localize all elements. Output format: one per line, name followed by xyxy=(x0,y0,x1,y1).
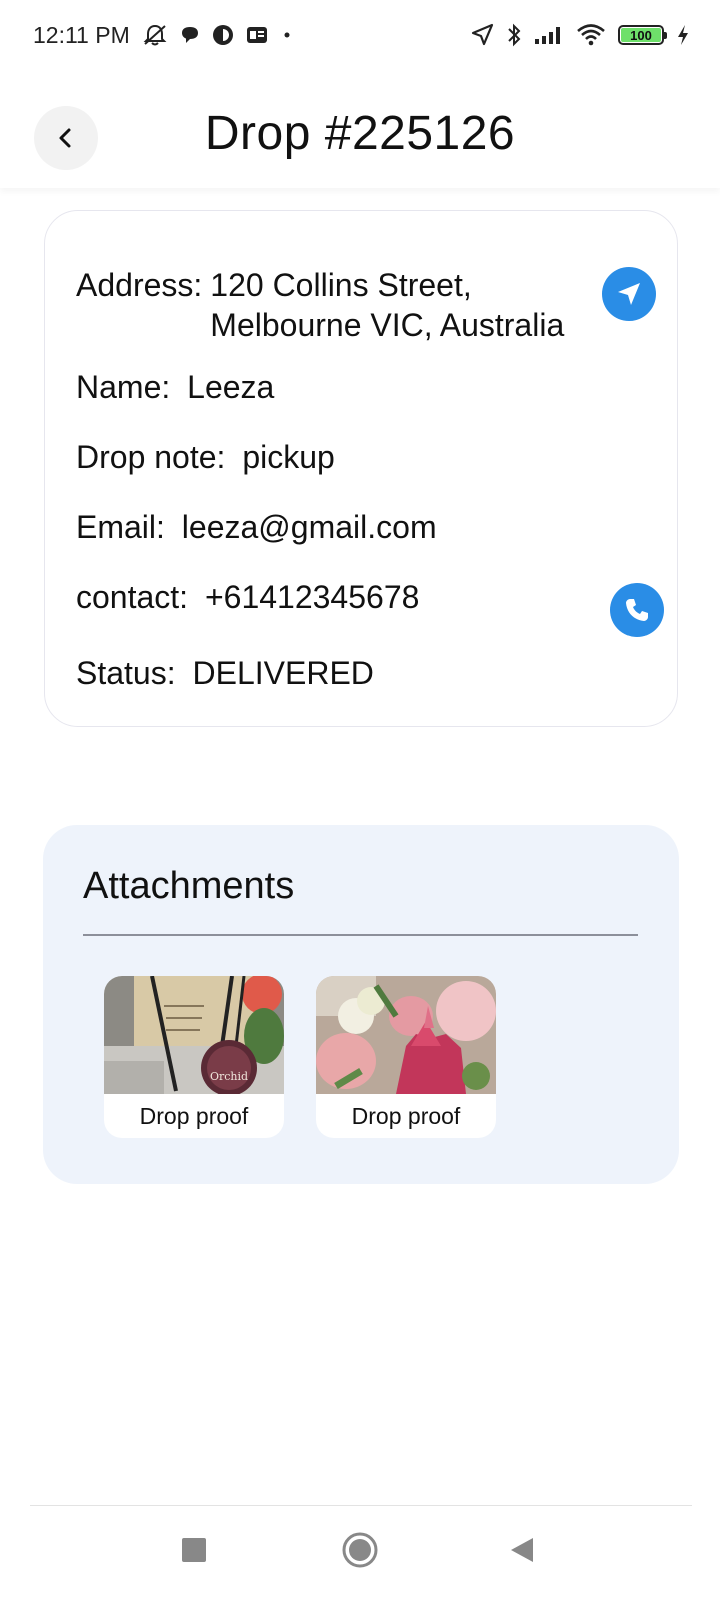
name-value: Leeza xyxy=(187,369,275,405)
attachment-thumbnail-1[interactable]: Orchid Drop proof xyxy=(104,976,284,1138)
address-label: Address: xyxy=(76,267,203,303)
wifi-icon xyxy=(576,23,606,47)
address-value: 120 Collins Street, Melbourne VIC, Austr… xyxy=(210,265,564,345)
drop-note-row: Drop note: pickup xyxy=(76,437,335,477)
navigate-button[interactable] xyxy=(602,267,656,321)
contact-row: contact: +61412345678 xyxy=(76,577,419,617)
email-value: leeza@gmail.com xyxy=(181,509,437,545)
name-label: Name: xyxy=(76,369,171,405)
system-nav-bar xyxy=(0,1506,720,1600)
drop-details-card: Address: 120 Collins Street, Melbourne V… xyxy=(44,210,678,727)
drop-proof-photo-1: Orchid xyxy=(104,976,284,1094)
bluetooth-icon xyxy=(506,22,522,48)
back-triangle-icon[interactable] xyxy=(508,1536,536,1564)
status-label: Status: xyxy=(76,655,176,691)
recents-square-icon[interactable] xyxy=(180,1536,208,1564)
status-value: DELIVERED xyxy=(192,655,374,691)
contact-label: contact: xyxy=(76,579,189,615)
address-line-2: Melbourne VIC, Australia xyxy=(210,307,565,343)
name-row: Name: Leeza xyxy=(76,367,274,407)
drop-proof-photo-2 xyxy=(316,976,496,1094)
call-button[interactable] xyxy=(610,583,664,637)
orchid-label: Orchid xyxy=(210,1070,248,1083)
battery-icon: 100 xyxy=(618,25,667,45)
location-arrow-icon xyxy=(470,23,494,47)
charging-bolt-icon xyxy=(676,24,690,46)
status-time: 12:11 PM xyxy=(33,21,130,48)
contact-value: +61412345678 xyxy=(204,579,420,615)
attachments-card: Attachments Orchid Drop proof Drop proof xyxy=(43,825,679,1184)
phone-icon xyxy=(623,596,651,624)
page-title: Drop #225126 xyxy=(204,107,516,160)
email-label: Email: xyxy=(76,509,165,545)
chat-bubble-icon xyxy=(180,25,200,45)
home-circle-icon[interactable] xyxy=(340,1530,380,1570)
status-bar: 12:11 PM 100 xyxy=(0,0,720,70)
app-header: Drop #225126 xyxy=(0,70,720,188)
navigation-arrow-icon xyxy=(615,280,643,308)
address-row: Address: 120 Collins Street, Melbourne V… xyxy=(76,265,564,345)
screen: 12:11 PM 100 Drop #225126 Address: 120 C… xyxy=(0,0,720,1600)
card-icon xyxy=(246,26,268,44)
drop-note-label: Drop note: xyxy=(76,439,226,475)
dot-icon xyxy=(280,28,294,42)
address-line-1: 120 Collins Street, xyxy=(210,267,472,303)
attachment-thumbnail-2[interactable]: Drop proof xyxy=(316,976,496,1138)
battery-level: 100 xyxy=(621,28,661,42)
circle-app-icon xyxy=(212,24,234,46)
status-right: 100 xyxy=(470,22,690,48)
status-row: Status: DELIVERED xyxy=(76,653,374,693)
status-left: 12:11 PM xyxy=(33,22,294,49)
attachments-title: Attachments xyxy=(83,865,295,907)
signal-icon xyxy=(534,25,564,45)
email-row: Email: leeza@gmail.com xyxy=(76,507,437,547)
drop-note-value: pickup xyxy=(242,439,335,475)
attachment-label-2: Drop proof xyxy=(351,1102,461,1129)
attachment-label-1: Drop proof xyxy=(139,1102,249,1129)
muted-alarm-icon xyxy=(142,23,168,47)
attachments-divider xyxy=(83,934,638,936)
